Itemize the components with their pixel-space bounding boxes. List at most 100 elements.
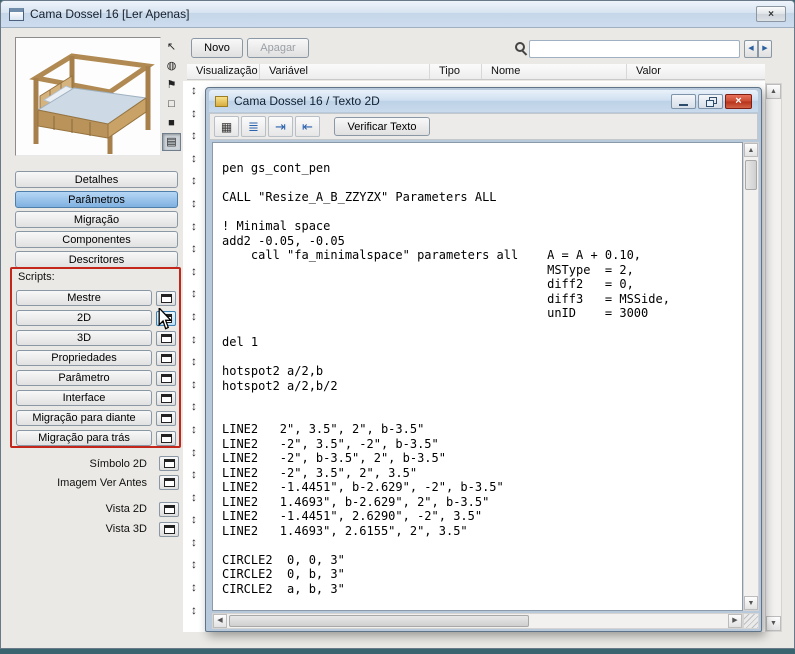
- sidebar-tab-parametros[interactable]: Parâmetros: [15, 191, 178, 208]
- search-next-button[interactable]: ▶: [758, 40, 772, 58]
- script-button-migracao-para-tras[interactable]: Migração para trás: [16, 430, 152, 446]
- row-reorder-handle[interactable]: ↕: [184, 196, 204, 219]
- vista-2d-row: Vista 2D: [15, 499, 179, 519]
- script-button-2d[interactable]: 2D: [16, 310, 152, 326]
- column-header-2: Tipo: [430, 64, 482, 79]
- window-close-button[interactable]: ×: [756, 6, 786, 22]
- row-reorder-handle[interactable]: ↕: [184, 354, 204, 377]
- open-script-window-button-migracao-para-tras[interactable]: [156, 431, 176, 446]
- editor-restore-button[interactable]: [698, 94, 723, 109]
- sidebar-tab-componentes[interactable]: Componentes: [15, 231, 178, 248]
- indent-icon[interactable]: ⇥: [268, 116, 293, 137]
- select-all-icon[interactable]: ▦: [214, 116, 239, 137]
- row-reorder-handle[interactable]: ↕: [184, 173, 204, 196]
- row-reorder-handle[interactable]: ↕: [184, 219, 204, 242]
- minimize-icon: [679, 104, 688, 106]
- editor-toolbar-icons: ▦≣⇥⇤: [214, 116, 320, 137]
- scroll-down-icon[interactable]: ▼: [766, 616, 781, 631]
- open-window-button-simbolo-2d[interactable]: [159, 456, 179, 471]
- editor-titlebar[interactable]: Cama Dossel 16 / Texto 2D ×: [209, 90, 758, 112]
- solid-cube-tool-icon[interactable]: ■: [162, 114, 181, 132]
- line-list-icon[interactable]: ≣: [241, 116, 266, 137]
- open-script-window-button-migracao-para-diante[interactable]: [156, 411, 176, 426]
- row-reorder-handle[interactable]: ↕: [184, 399, 204, 422]
- pointer-tool-icon[interactable]: ↖: [162, 38, 181, 56]
- row-reorder-handle[interactable]: ↕: [184, 580, 204, 603]
- verify-text-button[interactable]: Verificar Texto: [334, 117, 430, 136]
- row-reorder-handle[interactable]: ↕: [184, 512, 204, 535]
- row-handle-column: ↕↕↕↕↕↕↕↕↕↕↕↕↕↕↕↕↕↕↕↕↕↕↕↕: [184, 83, 204, 625]
- window-title: Cama Dossel 16 [Ler Apenas]: [30, 7, 189, 21]
- wireframe-cube-tool-icon[interactable]: □: [162, 95, 181, 113]
- hatch-circle-tool-icon[interactable]: ◍: [162, 57, 181, 75]
- open-script-window-button-mestre[interactable]: [156, 291, 176, 306]
- open-window-button-imagem-ver-antes[interactable]: [159, 475, 179, 490]
- sidebar-tab-descritores[interactable]: Descritores: [15, 251, 178, 268]
- editor-window: Cama Dossel 16 / Texto 2D × ▦≣⇥⇤ Verific…: [205, 87, 762, 632]
- editor-minimize-button[interactable]: [671, 94, 696, 109]
- main-vertical-scrollbar[interactable]: ▲ ▼: [765, 83, 782, 632]
- script-button-mestre[interactable]: Mestre: [16, 290, 152, 306]
- script-button-parametro[interactable]: Parâmetro: [16, 370, 152, 386]
- editor-scroll-up-icon[interactable]: ▲: [744, 143, 758, 157]
- open-script-window-button-3d[interactable]: [156, 331, 176, 346]
- window-icon: [161, 414, 172, 423]
- delete-button[interactable]: Apagar: [247, 38, 309, 58]
- sidebar-tab-detalhes[interactable]: Detalhes: [15, 171, 178, 188]
- row-reorder-handle[interactable]: ↕: [184, 309, 204, 332]
- scroll-up-icon[interactable]: ▲: [766, 84, 781, 99]
- script-window-tool-icon[interactable]: ▤: [162, 133, 181, 151]
- row-reorder-handle[interactable]: ↕: [184, 603, 204, 626]
- search-previous-button[interactable]: ◀: [744, 40, 758, 58]
- open-script-window-button-interface[interactable]: [156, 391, 176, 406]
- row-reorder-handle[interactable]: ↕: [184, 467, 204, 490]
- open-window-button-vista-3d[interactable]: [159, 522, 179, 537]
- row-reorder-handle[interactable]: ↕: [184, 445, 204, 468]
- editor-hscroll-thumb[interactable]: [229, 615, 529, 627]
- window-icon: [161, 434, 172, 443]
- row-reorder-handle[interactable]: ↕: [184, 128, 204, 151]
- script-button-interface[interactable]: Interface: [16, 390, 152, 406]
- row-reorder-handle[interactable]: ↕: [184, 557, 204, 580]
- editor-close-button[interactable]: ×: [725, 94, 752, 109]
- script-row-3d: 3D: [16, 328, 177, 348]
- flag-tool-icon[interactable]: ⚑: [162, 76, 181, 94]
- row-reorder-handle[interactable]: ↕: [184, 286, 204, 309]
- window-titlebar[interactable]: Cama Dossel 16 [Ler Apenas] ×: [1, 1, 794, 28]
- open-script-window-button-propriedades[interactable]: [156, 351, 176, 366]
- new-button[interactable]: Novo: [191, 38, 243, 58]
- row-reorder-handle[interactable]: ↕: [184, 151, 204, 174]
- row-reorder-handle[interactable]: ↕: [184, 83, 204, 106]
- simbolo-2d-label: Símbolo 2D: [15, 458, 155, 470]
- editor-horizontal-scrollbar[interactable]: ◀ ▶: [212, 613, 743, 629]
- script-button-3d[interactable]: 3D: [16, 330, 152, 346]
- outdent-icon[interactable]: ⇤: [295, 116, 320, 137]
- column-header-0: Visualização: [187, 64, 260, 79]
- script-row-migracao-para-diante: Migração para diante: [16, 408, 177, 428]
- row-reorder-handle[interactable]: ↕: [184, 241, 204, 264]
- row-reorder-handle[interactable]: ↕: [184, 535, 204, 558]
- window-icon: [164, 459, 175, 468]
- sidebar-tab-migracao[interactable]: Migração: [15, 211, 178, 228]
- row-reorder-handle[interactable]: ↕: [184, 377, 204, 400]
- row-reorder-handle[interactable]: ↕: [184, 490, 204, 513]
- resize-grip[interactable]: [743, 613, 759, 629]
- window-icon: [164, 525, 175, 534]
- row-reorder-handle[interactable]: ↕: [184, 106, 204, 129]
- gdl-code-editor[interactable]: pen gs_cont_pen CALL "Resize_A_B_ZZYZX" …: [212, 142, 743, 611]
- open-script-window-button-parametro[interactable]: [156, 371, 176, 386]
- row-reorder-handle[interactable]: ↕: [184, 264, 204, 287]
- open-window-button-vista-2d[interactable]: [159, 502, 179, 517]
- editor-vertical-scrollbar[interactable]: ▲ ▼: [743, 142, 759, 611]
- editor-scroll-left-icon[interactable]: ◀: [213, 614, 227, 628]
- row-reorder-handle[interactable]: ↕: [184, 332, 204, 355]
- search-input[interactable]: [529, 40, 740, 58]
- row-reorder-handle[interactable]: ↕: [184, 422, 204, 445]
- script-button-propriedades[interactable]: Propriedades: [16, 350, 152, 366]
- script-row-parametro: Parâmetro: [16, 368, 177, 388]
- column-header-3: Nome: [482, 64, 627, 79]
- script-button-migracao-para-diante[interactable]: Migração para diante: [16, 410, 152, 426]
- editor-vscroll-thumb[interactable]: [745, 160, 757, 190]
- editor-scroll-down-icon[interactable]: ▼: [744, 596, 758, 610]
- editor-scroll-right-icon[interactable]: ▶: [728, 614, 742, 628]
